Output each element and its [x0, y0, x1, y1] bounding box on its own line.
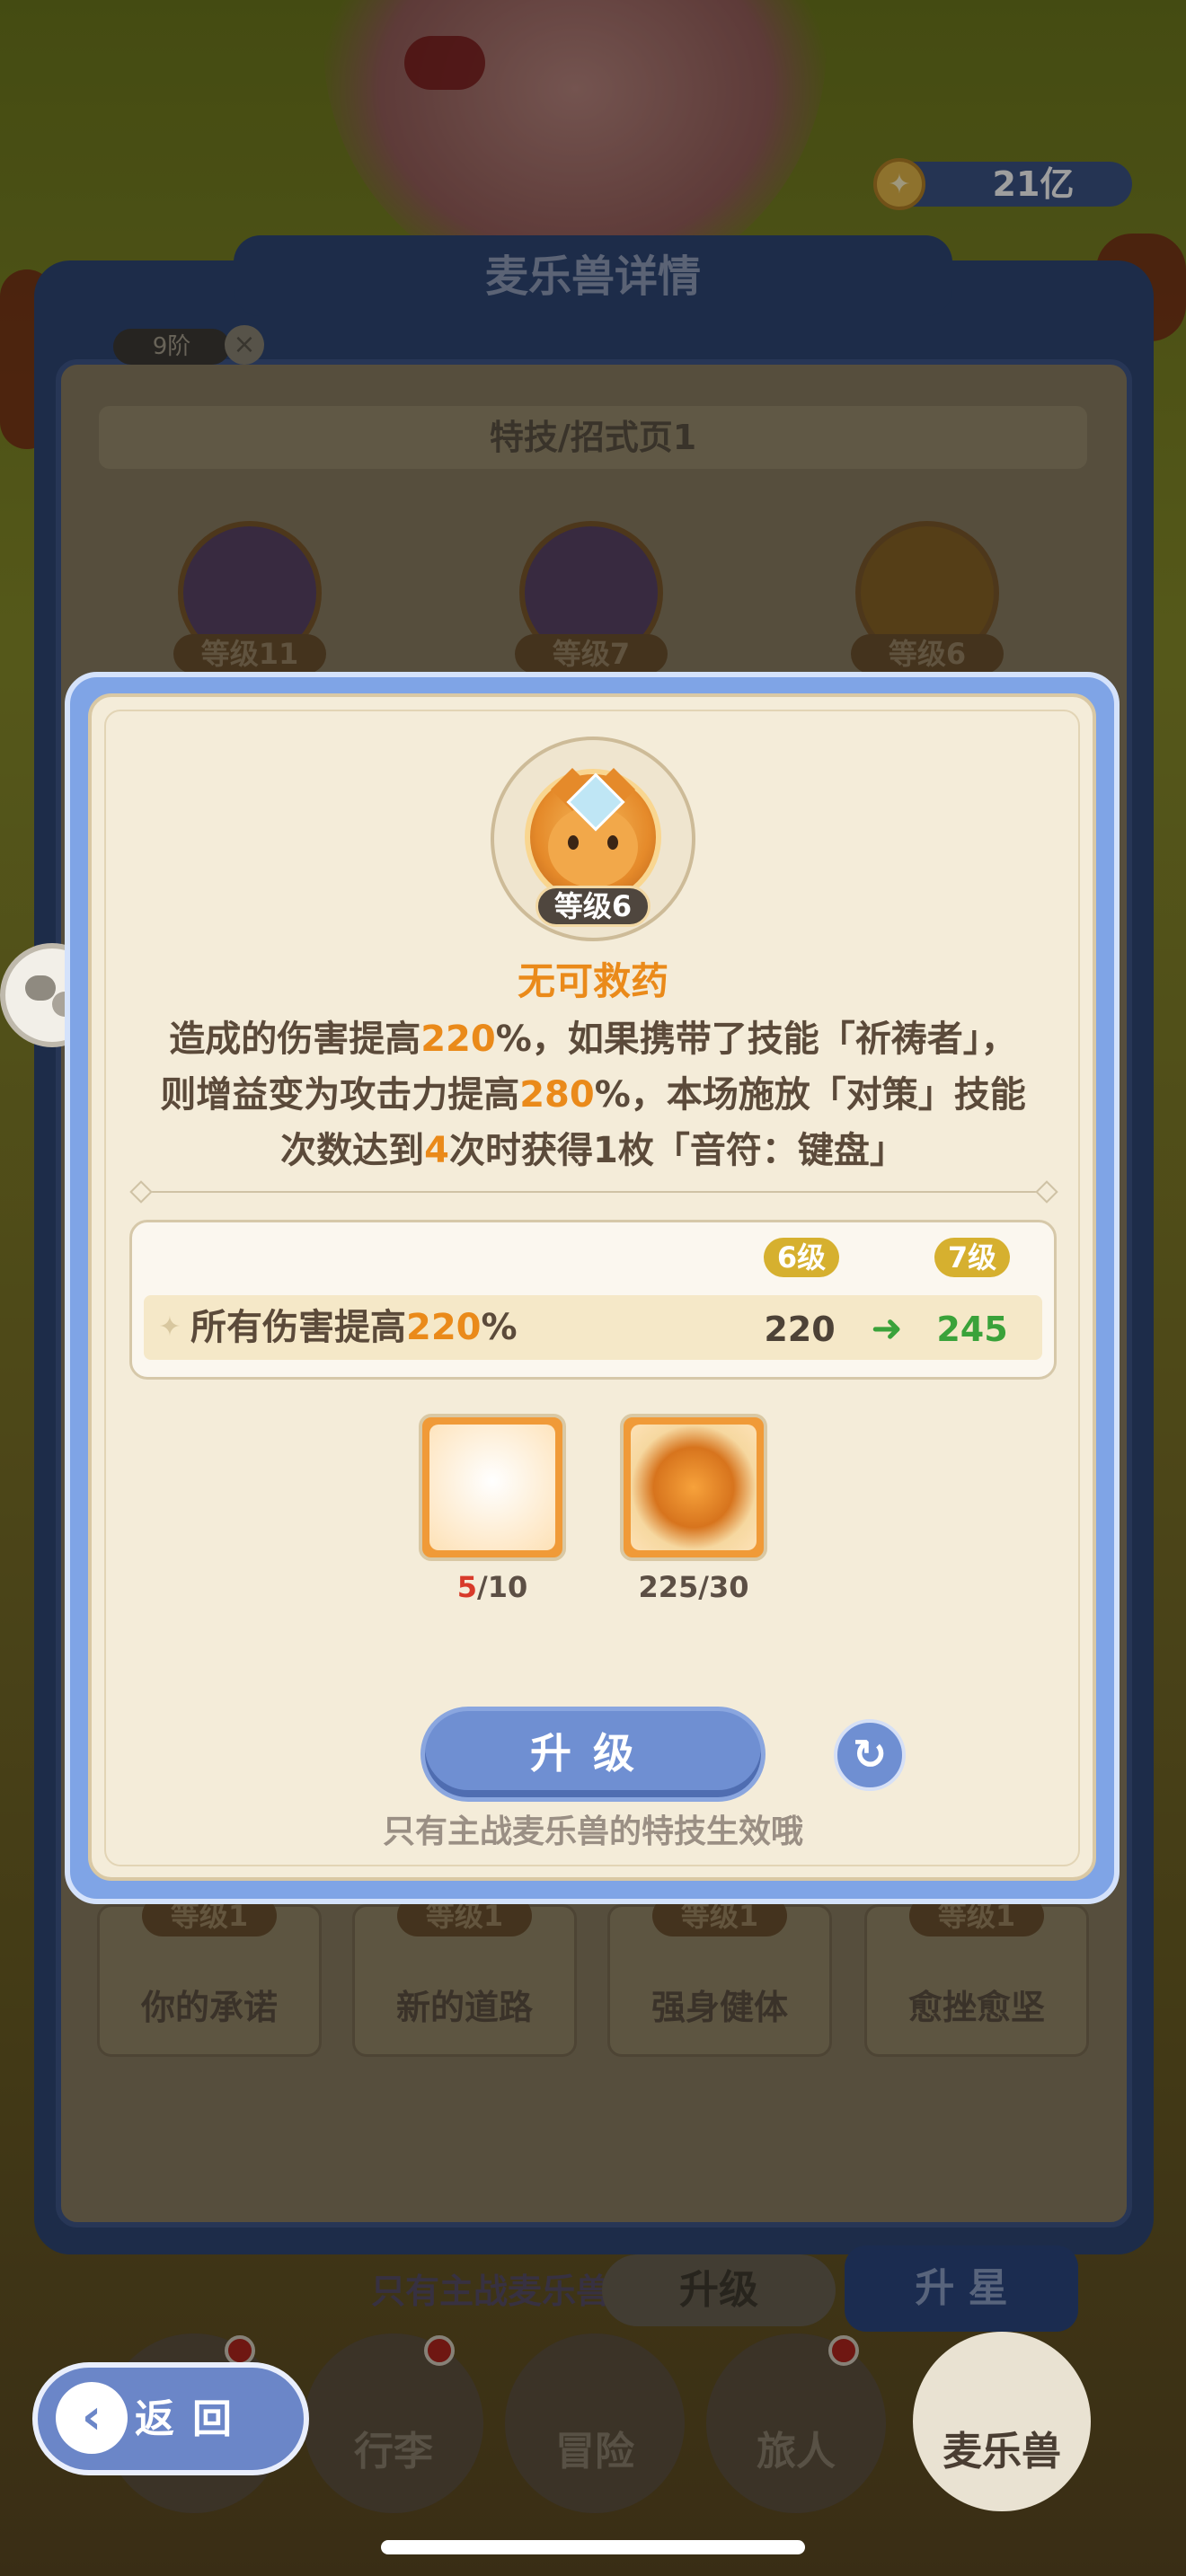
current-level-badge: 6级	[764, 1238, 839, 1277]
skill-description: 造成的伤害提高220%，如果携带了技能「祈祷者」， 则增益变为攻击力提高280%…	[160, 1019, 1026, 1171]
skill-portrait-eye	[607, 835, 618, 850]
material-count: 5/10	[456, 1570, 528, 1604]
modal-note: 只有主战麦乐兽的特技生效哦	[382, 1813, 803, 1850]
divider	[135, 1191, 1051, 1193]
home-indicator[interactable]	[381, 2540, 805, 2554]
back-arrow-icon: ‹	[56, 2382, 128, 2454]
stat-label: 所有伤害提高220%	[190, 1307, 518, 1348]
chat-icon	[25, 975, 56, 1001]
arrow-right-icon: ➜	[871, 1306, 903, 1350]
back-button-label: 返回	[135, 2396, 250, 2442]
duck-token-icon	[429, 1425, 555, 1550]
nav-item-maile-beast[interactable]	[913, 2332, 1091, 2511]
stat-next-value: 245	[936, 1310, 1008, 1349]
refresh-icon[interactable]: ↻	[834, 1719, 906, 1791]
sparkle-icon: ✦	[158, 1311, 181, 1343]
skill-name: 无可救药	[517, 959, 668, 1003]
next-level-badge: 7级	[934, 1238, 1010, 1277]
stat-current-value: 220	[764, 1310, 836, 1349]
upgrade-button-label: 升级	[530, 1729, 656, 1778]
skill-portrait-eye	[568, 835, 579, 850]
gold-medal-icon	[631, 1425, 757, 1550]
material-count: 225/30	[638, 1570, 749, 1604]
skill-level-badge: 等级6	[535, 886, 651, 927]
nav-label-active: 麦乐兽	[943, 2429, 1061, 2475]
